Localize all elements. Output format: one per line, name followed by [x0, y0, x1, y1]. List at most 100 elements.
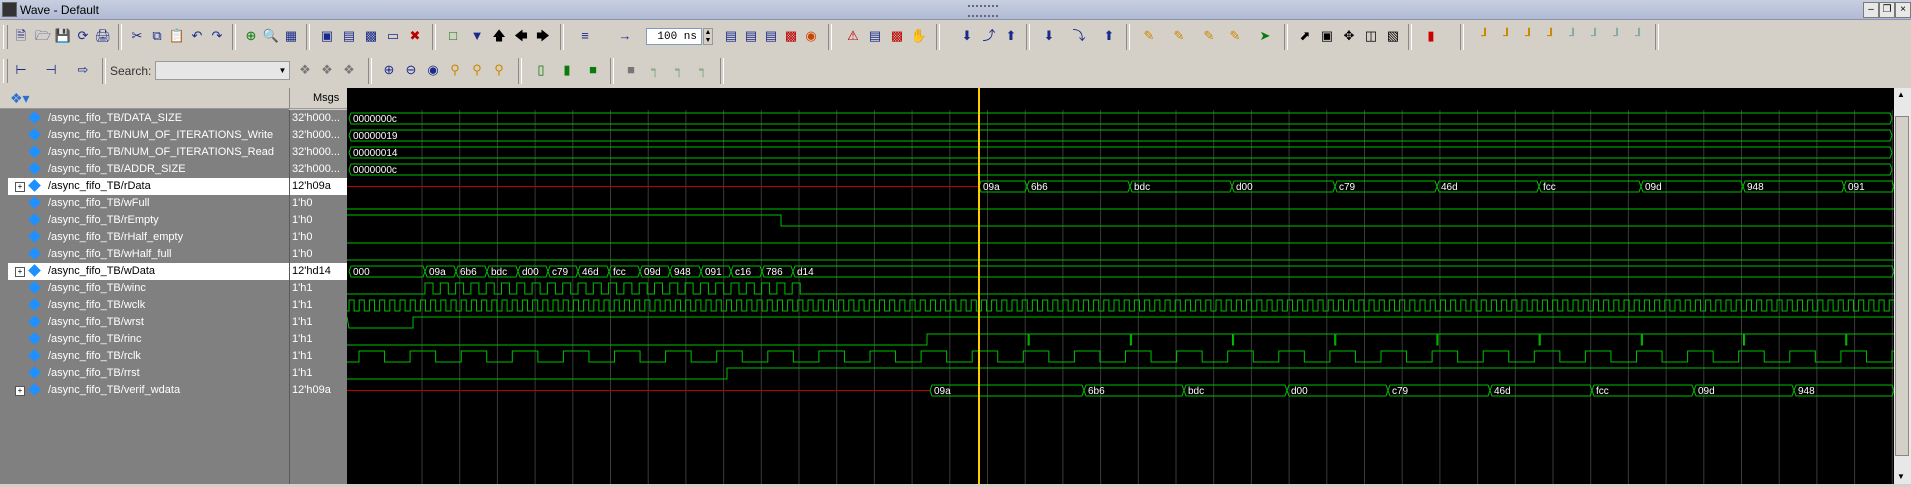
zoom-icon[interactable]: ✥ [1340, 27, 1358, 45]
signal-value-row[interactable]: 32'h000... [290, 127, 348, 144]
wave-compare-icon[interactable]: ▤ [340, 27, 358, 45]
cursor-next-icon[interactable]: ┚ [1564, 27, 1582, 45]
signal-row[interactable]: + /async_fifo_TB/verif_wdata [8, 382, 289, 399]
stop-icon[interactable]: ◉ [802, 27, 820, 45]
open-icon[interactable]: 🗁 [34, 27, 52, 45]
signal-value-row[interactable]: 1'h0 [290, 229, 348, 246]
scroll-thumb[interactable] [1895, 116, 1909, 456]
delete-icon[interactable]: ✖ [406, 27, 424, 45]
run-icon[interactable]: ▤ [722, 27, 740, 45]
bookmark-edit-icon[interactable]: ✎ [1170, 27, 1188, 45]
zoom-cursor-icon[interactable]: ⚲ [446, 61, 464, 79]
break-icon[interactable]: ▩ [782, 27, 800, 45]
run-length-field[interactable]: 100 ns [646, 28, 702, 45]
scroll-down-icon[interactable]: ▼ [1897, 472, 1905, 481]
signal-tree-icon[interactable]: ❖▾ [10, 90, 30, 107]
cursor-icon[interactable]: ⬈ [1296, 27, 1314, 45]
signal-value-row[interactable]: 12'h09a [290, 178, 348, 195]
search-dropdown-icon[interactable]: ▼ [276, 62, 289, 79]
signal-row[interactable]: /async_fifo_TB/NUM_OF_ITERATIONS_Write [8, 127, 289, 144]
edge-up-icon[interactable]: ⬆ [1002, 27, 1020, 45]
signal-row[interactable]: + /async_fifo_TB/wData [8, 263, 289, 280]
waveform-canvas[interactable]: 0000000c 00000019 00000014 0000000c 09a 6b6 bd… [346, 88, 1911, 484]
cursor-delete-icon[interactable]: ┚ [1498, 27, 1516, 45]
bookmark-go-icon[interactable]: ➤ [1256, 27, 1274, 45]
measure-icon[interactable]: ▧ [1384, 27, 1402, 45]
restart-icon[interactable]: ⚠ [844, 27, 862, 45]
new-icon[interactable]: 🗎 [12, 27, 30, 45]
signal-value-row[interactable]: 1'h0 [290, 246, 348, 263]
signal-value-row[interactable]: 1'h1 [290, 331, 348, 348]
signal-row[interactable]: /async_fifo_TB/rinc [8, 331, 289, 348]
cut-icon[interactable]: ✂ [128, 27, 146, 45]
layout2-icon[interactable]: ▭ [384, 27, 402, 45]
search-input[interactable] [155, 61, 290, 80]
format-event-icon[interactable]: ┑ [670, 61, 688, 79]
format-analog-icon[interactable]: ■ [584, 61, 602, 79]
title-grip[interactable] [968, 5, 998, 17]
continue-icon[interactable]: ▤ [742, 27, 760, 45]
select-icon[interactable]: ▣ [1318, 27, 1336, 45]
run-all-icon[interactable]: ▤ [762, 27, 780, 45]
bookmark-add-icon[interactable]: ✎ [1140, 27, 1158, 45]
signal-row[interactable]: /async_fifo_TB/winc [8, 280, 289, 297]
bookmark-prev-icon[interactable]: ✎ [1226, 27, 1244, 45]
cursor-snap-icon[interactable]: ┚ [1630, 27, 1648, 45]
close-button[interactable]: × [1895, 2, 1911, 18]
signal-value-row[interactable]: 1'h1 [290, 280, 348, 297]
search-options-icon[interactable]: ❖ [340, 61, 358, 79]
search-prev-icon[interactable]: ❖ [296, 61, 314, 79]
signal-row[interactable]: /async_fifo_TB/DATA_SIZE [8, 110, 289, 127]
signal-row[interactable]: /async_fifo_TB/rEmpty [8, 212, 289, 229]
cursor-lock-icon[interactable]: ┚ [1520, 27, 1538, 45]
zoom-out-icon[interactable]: ⊖ [402, 61, 420, 79]
signal-row[interactable]: /async_fifo_TB/ADDR_SIZE [8, 161, 289, 178]
layout-icon[interactable]: ▦ [282, 27, 300, 45]
expand-icon[interactable]: + [15, 267, 25, 277]
edge-prev-icon[interactable]: ⤵ [1070, 27, 1088, 45]
signal-value-row[interactable]: 12'hd14 [290, 263, 348, 280]
cursor-prev-icon[interactable]: ┚ [1542, 27, 1560, 45]
cursor-add-icon[interactable]: ┚ [1476, 27, 1494, 45]
zoom-region-icon[interactable]: □ [444, 27, 462, 45]
restore-button[interactable]: ❐ [1879, 2, 1895, 18]
search-next-icon[interactable]: ❖ [318, 61, 336, 79]
edge-any-icon[interactable]: ⬆ [1100, 27, 1118, 45]
vertical-scrollbar[interactable]: ▲ ▼ [1894, 88, 1911, 484]
divider-add-icon[interactable]: ⊢ [12, 61, 30, 79]
format-delta-icon[interactable]: ┑ [694, 61, 712, 79]
signal-value-row[interactable]: 1'h1 [290, 297, 348, 314]
wave-diff-icon[interactable]: ▩ [362, 27, 380, 45]
signal-row[interactable]: /async_fifo_TB/wHalf_full [8, 246, 289, 263]
dataflow-icon[interactable]: ▮ [1422, 27, 1440, 45]
edge-next-icon[interactable]: ⬇ [1040, 27, 1058, 45]
signal-value-row[interactable]: 1'h0 [290, 195, 348, 212]
expand-icon[interactable]: ⇨ [74, 61, 92, 79]
undo-icon[interactable]: ↶ [188, 27, 206, 45]
reload-icon[interactable]: ⟳ [74, 27, 92, 45]
step-over-icon[interactable]: ▩ [888, 27, 906, 45]
scroll-up-icon[interactable]: ▲ [1897, 90, 1905, 99]
copy-icon[interactable]: ⧉ [148, 27, 166, 45]
group-add-icon[interactable]: ⊣ [42, 61, 60, 79]
cursor-last-icon[interactable]: ┚ [1608, 27, 1626, 45]
signal-value-row[interactable]: 1'h1 [290, 348, 348, 365]
pan-icon[interactable]: ◫ [1362, 27, 1380, 45]
insert-icon[interactable]: ▼ [468, 27, 486, 45]
back-icon[interactable]: 🡄 [512, 27, 530, 45]
format-literal-icon[interactable]: ▯ [532, 61, 550, 79]
format-step-icon[interactable]: ┑ [646, 61, 664, 79]
expand-icon[interactable]: + [15, 182, 25, 192]
zoom-in-icon[interactable]: ⊕ [380, 61, 398, 79]
zoom-full-icon[interactable]: ◉ [424, 61, 442, 79]
hand-icon[interactable]: ✋ [910, 27, 928, 45]
paste-icon[interactable]: 📋 [168, 27, 186, 45]
print-icon[interactable]: 🖨 [94, 27, 112, 45]
signal-row[interactable]: + /async_fifo_TB/rData [8, 178, 289, 195]
zoom-last-icon[interactable]: ⚲ [490, 61, 508, 79]
find-icon[interactable]: 🔍 [262, 27, 280, 45]
edge-forward-icon[interactable]: ⤴ [980, 27, 998, 45]
minimize-button[interactable]: – [1863, 2, 1879, 18]
signal-value-row[interactable]: 1'h1 [290, 365, 348, 382]
edge-down-icon[interactable]: ⬇ [958, 27, 976, 45]
